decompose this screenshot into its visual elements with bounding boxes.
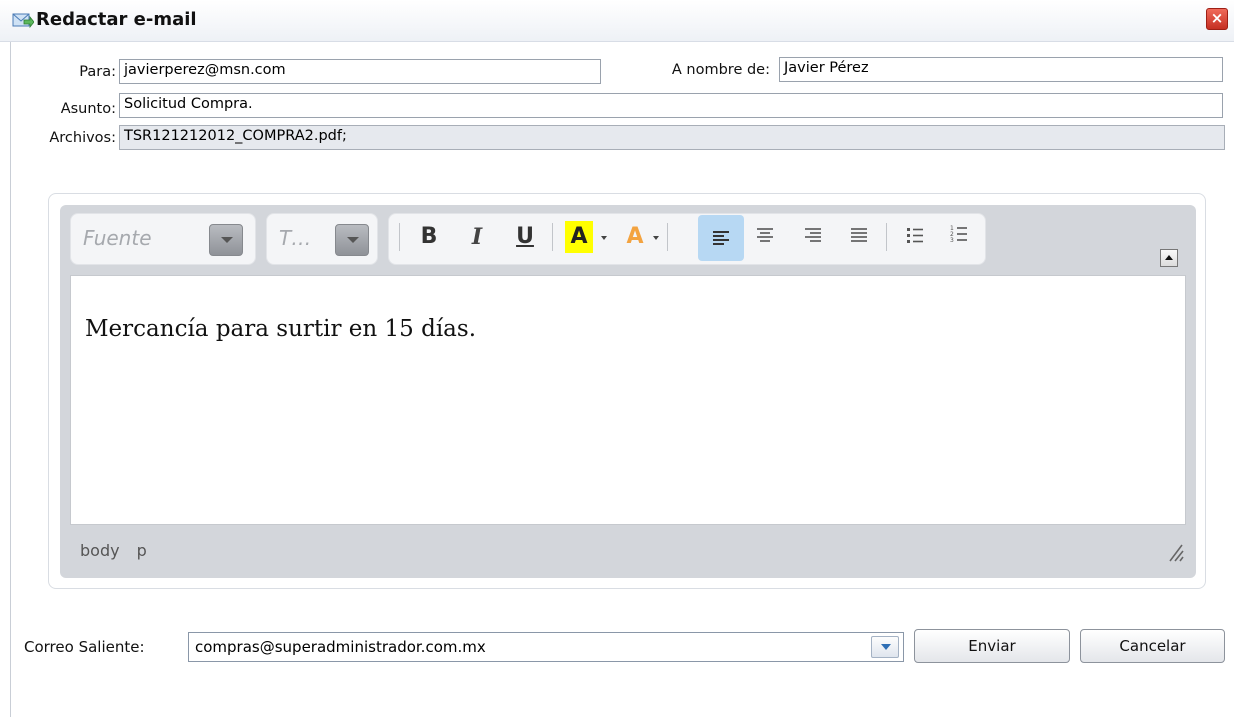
files-label: Archivos: [49,130,116,146]
justify-icon [851,228,867,242]
element-path-bar: body p [80,541,159,560]
svg-text:3: 3 [950,237,954,243]
align-left-button[interactable] [698,215,744,261]
italic-button[interactable]: I [462,221,492,253]
name-field[interactable]: Javier Pérez [779,57,1223,82]
message-body-text: Mercancía para surtir en 15 días. [85,316,477,342]
font-combo-label: Fuente [83,226,152,250]
chevron-down-icon [221,237,233,243]
chevron-down-icon [347,237,359,243]
bg-color-dropdown-icon[interactable] [653,236,659,240]
toolbar-separator [552,223,553,251]
cancel-button[interactable]: Cancelar [1080,629,1225,663]
window-left-border [10,42,11,717]
send-button[interactable]: Enviar [914,629,1070,663]
collapse-toolbar-button[interactable] [1160,249,1178,267]
size-combo[interactable]: T… [266,213,378,265]
compose-mail-icon [12,13,34,29]
window-title: Redactar e-mail [36,9,197,30]
path-item-body[interactable]: body [80,541,120,560]
numbered-list-button[interactable]: 123 [944,221,974,253]
toolbar-separator [667,223,668,251]
subject-label: Asunto: [60,101,116,117]
toolbar-separator [399,223,400,251]
numbered-list-icon: 123 [950,225,967,244]
bold-button[interactable]: B [414,221,444,253]
files-field: TSR121212012_COMPRA2.pdf; [119,125,1225,150]
to-label: Para: [79,64,116,80]
editor-content-area[interactable]: Mercancía para surtir en 15 días. [70,275,1186,525]
align-center-icon [757,228,773,242]
justify-button[interactable] [844,221,874,253]
title-bar: Redactar e-mail × [0,0,1234,42]
close-button[interactable]: × [1206,8,1228,30]
align-right-icon [805,228,821,242]
path-item-p[interactable]: p [137,541,147,560]
subject-field[interactable]: Solicitud Compra. [119,93,1223,118]
outgoing-mail-dropdown-button[interactable] [871,636,899,658]
underline-button[interactable]: U [510,221,540,253]
font-dropdown-button[interactable] [209,224,243,256]
outgoing-mail-select[interactable]: compras@superadministrador.com.mx [188,632,904,662]
align-left-icon [713,231,729,245]
to-field[interactable]: javierperez@msn.com [119,59,601,84]
editor-toolbar: Fuente T… B I U A A 1 2 3 [60,205,1196,275]
outgoing-mail-value: compras@superadministrador.com.mx [195,638,486,656]
align-right-button[interactable] [798,221,828,253]
resize-grip-icon[interactable] [1166,541,1184,563]
chevron-down-icon [881,644,891,650]
chevron-up-icon [1165,255,1173,260]
bullet-list-icon [907,228,923,243]
bullet-list-button[interactable] [900,221,930,253]
size-combo-label: T… [279,226,312,250]
outgoing-mail-label: Correo Saliente: [24,638,145,656]
size-dropdown-button[interactable] [335,224,369,256]
name-label: A nombre de: [671,62,770,78]
align-center-button[interactable] [750,221,780,253]
text-color-dropdown-icon[interactable] [601,236,607,240]
text-color-button[interactable]: A [565,221,593,253]
bg-color-button[interactable]: A [621,221,649,253]
font-combo[interactable]: Fuente [70,213,256,265]
close-icon: × [1210,9,1224,27]
rich-text-editor: Fuente T… B I U A A 1 2 3 Mercancía para… [60,205,1196,578]
toolbar-separator [886,223,887,251]
